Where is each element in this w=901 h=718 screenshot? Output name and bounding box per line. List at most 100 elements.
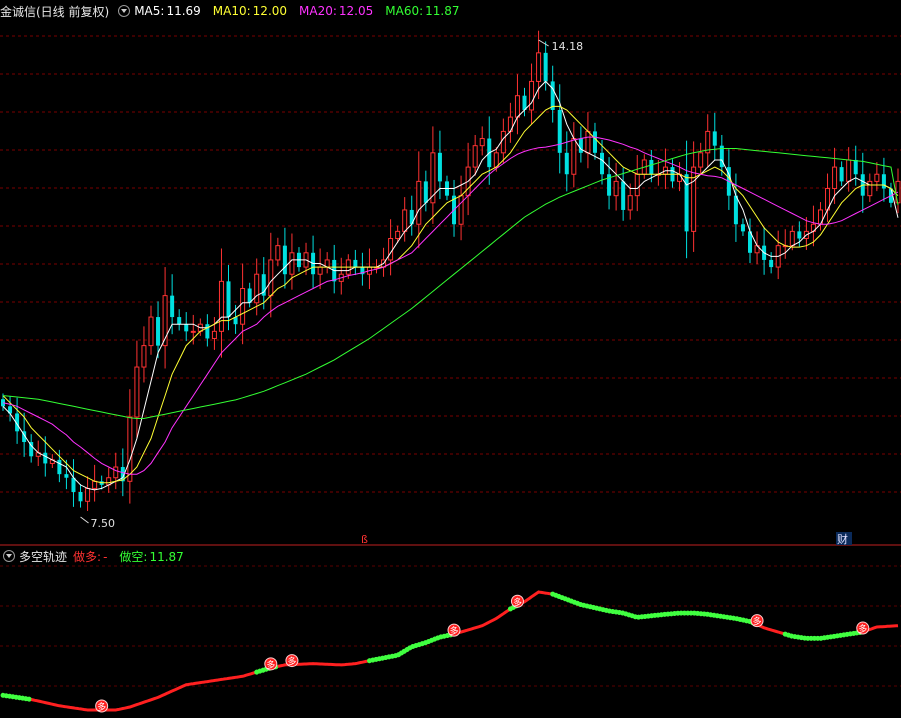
candle-body-up [317, 266, 323, 275]
trend-long-segment [453, 607, 512, 636]
ma10-legend: MA10: 12.00 [213, 4, 293, 18]
candle-body-up [134, 366, 140, 418]
ma5-legend: MA5: 11.69 [134, 4, 207, 18]
finance-marker: 财 [837, 532, 848, 546]
candle-body-up [254, 273, 260, 304]
candle-body-up [536, 52, 542, 82]
candle-body-up [867, 180, 873, 197]
long-signal-label: 多 [753, 616, 762, 628]
long-signal-label: 多 [287, 656, 296, 668]
candle-body-up [571, 138, 577, 175]
long-signal-label: 多 [513, 596, 522, 608]
candle-body-down [170, 295, 175, 318]
ma60-label: MA60: [385, 4, 424, 18]
candle-body-up [789, 230, 795, 247]
candle-body-down [423, 181, 428, 203]
candle-body-up [268, 259, 274, 297]
candle-body-up [514, 95, 520, 118]
candle-body-down [839, 167, 844, 182]
candle-body-up [874, 173, 880, 182]
candle-body-down [550, 81, 555, 110]
trend-short-segment [367, 631, 457, 664]
candle-body-down [226, 281, 231, 318]
candle-body-up [218, 280, 224, 332]
ma60-value: 11.87 [425, 4, 460, 18]
candle-body-up [832, 166, 838, 190]
candle-body-down [740, 224, 745, 232]
dropdown-circle-icon[interactable] [3, 550, 15, 562]
candle-body-down [853, 159, 858, 175]
candle-body-up [634, 173, 640, 197]
candle-body-up [289, 252, 295, 275]
candle-body-up [416, 180, 422, 225]
candle-body-up [240, 287, 246, 325]
short-value: 11.87 [149, 549, 184, 564]
main-chart-header: 金诚信(日线 前复权) MA5: 11.69 MA10: 12.00 MA20: 12… [0, 2, 472, 20]
ma10-value: 12.00 [252, 4, 288, 18]
candle-body-up [698, 152, 704, 168]
candle-body-up [141, 345, 147, 368]
candle-body-down [881, 174, 886, 189]
candle-body-down [578, 138, 583, 153]
trend-short-segment [0, 692, 34, 702]
long-signal-label: 多 [450, 625, 459, 637]
long-label: 做多: [73, 549, 102, 564]
sub-chart-header: 多空轨迹 做多: - 做空: 11.87 [0, 547, 196, 565]
candle-body-down [600, 152, 605, 175]
chart-stage: 14.18 7.50 ß 财多多多多多多多 [0, 0, 901, 714]
candle-body-down [621, 181, 626, 210]
ma5-value: 11.69 [166, 4, 201, 18]
candle-body-down [649, 159, 654, 175]
candle-body-up [458, 195, 464, 225]
candle-body-up [402, 209, 408, 232]
min-price-label: 7.50 [91, 517, 116, 530]
candle-body-up [585, 130, 591, 154]
date-marker: ß [361, 533, 368, 546]
candle-body-down [156, 317, 161, 346]
candle-body-up [388, 238, 394, 261]
candle-body-up [500, 130, 506, 154]
ma60-legend: MA60: 11.87 [385, 4, 465, 18]
candle-body-down [797, 231, 802, 239]
long-legend: 做多: - [73, 548, 113, 565]
stock-title[interactable]: 金诚信(日线 前复权) [0, 3, 109, 20]
candle-body-down [592, 131, 597, 153]
candle-body-down [557, 109, 562, 153]
short-label: 做空: [119, 549, 148, 564]
ma5-label: MA5: [134, 4, 165, 18]
candle-body-down [184, 324, 189, 332]
long-signal-label: 多 [858, 623, 867, 635]
candle-body-down [733, 195, 738, 225]
candle-body-down [43, 452, 48, 464]
stock-chart-svg: 14.187.50ß 财多多 多多多多多 [0, 30, 901, 713]
candle-body-down [437, 152, 442, 182]
ma20-label: MA20: [299, 4, 337, 18]
indicator-title[interactable]: 多空轨迹 [19, 548, 67, 565]
candle-body-up [85, 487, 91, 502]
candle-body-down [282, 245, 287, 275]
candle-body-up [148, 316, 154, 347]
ma10-label: MA10: [212, 4, 251, 18]
candle-body-down [564, 152, 569, 175]
short-legend: 做空: 11.87 [119, 548, 189, 565]
candle-body-down [247, 288, 252, 303]
candle-body-down [205, 324, 210, 339]
max-price-label: 14.18 [552, 40, 584, 53]
dropdown-circle-icon[interactable] [118, 5, 131, 17]
min-pointer [80, 516, 89, 524]
candle-body-up [275, 245, 281, 261]
candle-body-down [71, 477, 76, 493]
candle-body-down [543, 52, 548, 82]
candle-body-down [522, 95, 527, 110]
ma20-legend: MA20: 12.05 [299, 4, 379, 18]
candle-body-up [846, 159, 852, 182]
candle-body-up [472, 145, 478, 168]
candle-body-up [211, 330, 217, 339]
candle-body-down [78, 492, 83, 502]
max-pointer [538, 39, 549, 47]
candle-body-up [190, 330, 196, 333]
long-value: - [103, 549, 108, 564]
long-signal-label: 多 [266, 659, 275, 671]
long-signal-label: 多 [97, 701, 106, 713]
candle-body-down [177, 317, 182, 325]
